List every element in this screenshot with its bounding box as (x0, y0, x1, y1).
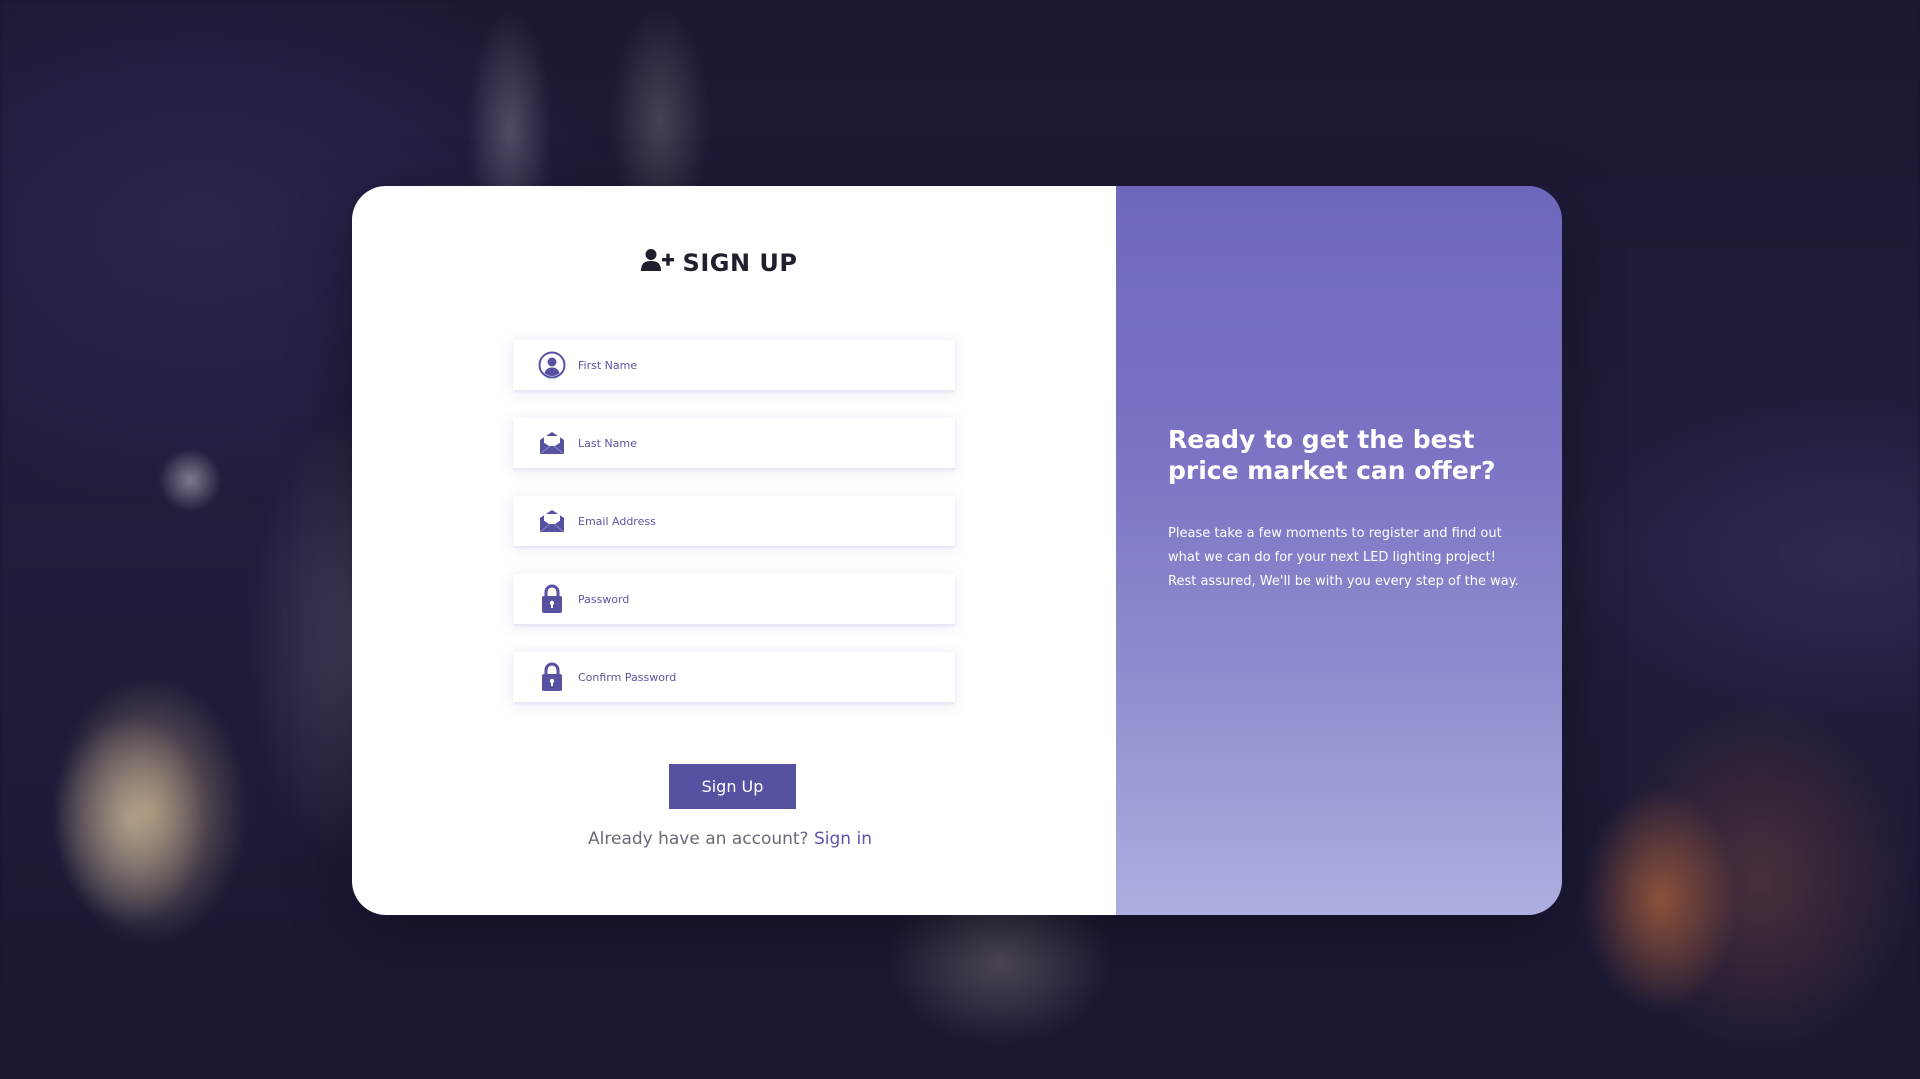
sign-up-button[interactable]: Sign Up (669, 764, 796, 809)
last-name-field (513, 418, 955, 469)
password-field (513, 574, 955, 625)
password-input[interactable] (578, 574, 955, 624)
email-input[interactable] (578, 496, 955, 546)
lock-icon (538, 584, 566, 613)
promo-text: Please take a few moments to register an… (1168, 526, 1519, 589)
lock-icon (538, 662, 566, 691)
last-name-input[interactable] (578, 418, 955, 468)
envelope-icon (538, 507, 566, 535)
promo-heading: Ready to get the best price market can o… (1168, 425, 1496, 485)
confirm-password-field (513, 652, 955, 703)
signup-form (513, 340, 955, 730)
first-name-field (513, 340, 955, 391)
promo-panel: Ready to get the best price market can o… (1116, 186, 1562, 915)
signup-form-panel: SIGN UP First Name Last Name Email Addre… (352, 186, 1116, 915)
signup-header: SIGN UP (352, 248, 1116, 277)
user-plus-icon (640, 248, 675, 277)
confirm-password-input[interactable] (578, 652, 955, 702)
first-name-input[interactable] (578, 340, 955, 390)
page-title: SIGN UP (682, 248, 798, 277)
user-circle-icon (538, 351, 566, 379)
sign-in-link[interactable]: Sign in (814, 829, 872, 849)
signin-prompt-text: Already have an account? (588, 829, 809, 849)
email-field (513, 496, 955, 547)
signin-prompt-row: Already have an account? Sign in (352, 829, 1116, 849)
signup-card: SIGN UP First Name Last Name Email Addre… (352, 186, 1562, 915)
envelope-icon (538, 429, 566, 457)
